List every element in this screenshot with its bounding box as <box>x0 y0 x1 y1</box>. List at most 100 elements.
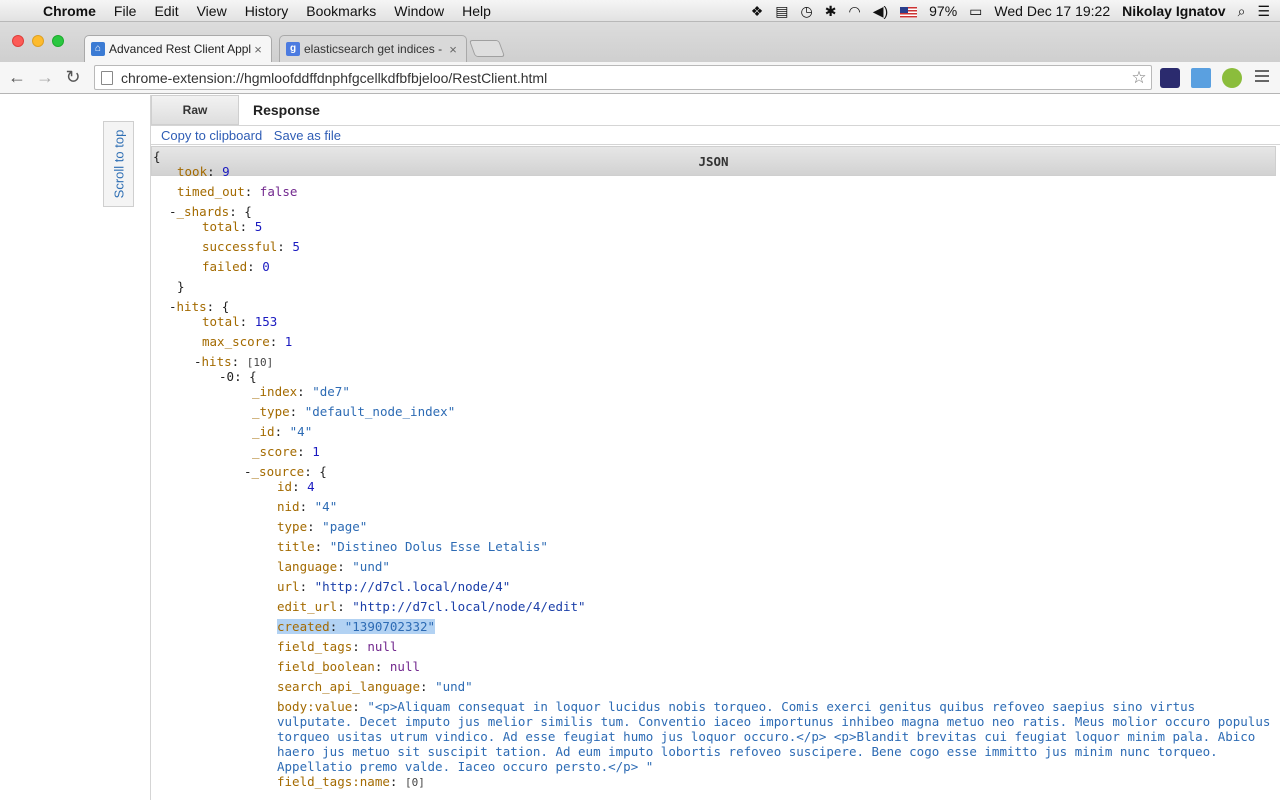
response-panel: Raw JSON Response Copy to clipboard Save… <box>150 95 1280 800</box>
json-key: id <box>277 479 293 494</box>
tab-json[interactable]: JSON <box>151 146 1276 176</box>
collapse-toggle-icon[interactable]: - <box>169 299 177 314</box>
notification-center-icon[interactable]: ☰ <box>1251 3 1280 20</box>
user-name[interactable]: Nikolay Ignatov <box>1116 3 1231 19</box>
bluetooth-icon[interactable]: ✱ <box>819 3 843 20</box>
json-row: failed: 0 <box>202 259 270 274</box>
save-as-file-link[interactable]: Save as file <box>274 128 341 143</box>
time-machine-icon[interactable]: ◷ <box>795 3 819 20</box>
json-key: total <box>202 219 240 234</box>
json-row: type: "page" <box>277 519 368 534</box>
json-key[interactable]: _shards <box>177 204 230 219</box>
json-key[interactable]: 0 <box>227 369 235 384</box>
url-text[interactable]: chrome-extension://hgmloofddffdnphfgcell… <box>121 70 1127 86</box>
menu-bookmarks[interactable]: Bookmarks <box>297 3 385 19</box>
json-key: field_boolean <box>277 659 375 674</box>
json-row: search_api_language: "und" <box>277 679 473 694</box>
clock[interactable]: Wed Dec 17 19:22 <box>988 3 1116 19</box>
menu-edit[interactable]: Edit <box>145 3 187 19</box>
json-value: 0 <box>262 259 270 274</box>
json-key[interactable]: _source <box>252 464 305 479</box>
battery-icon[interactable]: ▭ <box>963 3 988 20</box>
reload-icon[interactable]: ↻ <box>62 67 84 89</box>
json-value: 9 <box>222 164 230 179</box>
close-tab-icon[interactable]: × <box>446 42 460 57</box>
menu-window[interactable]: Window <box>385 3 453 19</box>
json-row: -_shards: { <box>169 204 252 219</box>
json-key: _id <box>252 424 275 439</box>
close-window-button[interactable] <box>12 35 24 47</box>
json-link-value[interactable]: "http://d7cl.local/node/4" <box>315 579 511 594</box>
json-row: title: "Distineo Dolus Esse Letalis" <box>277 539 548 554</box>
battery-percent[interactable]: 97% <box>923 3 963 19</box>
collapse-toggle-icon[interactable]: - <box>244 464 252 479</box>
json-value: 5 <box>292 239 300 254</box>
minimize-window-button[interactable] <box>32 35 44 47</box>
json-value: 1 <box>284 334 293 349</box>
json-value: "und" <box>352 559 390 574</box>
json-key[interactable]: hits <box>177 299 207 314</box>
json-value: 4 <box>307 479 315 494</box>
json-row: id: 4 <box>277 479 315 494</box>
close-tab-icon[interactable]: × <box>251 42 265 57</box>
json-row: max_score: 1 <box>202 334 293 349</box>
forward-arrow-icon[interactable]: → <box>34 67 56 89</box>
android-extension-icon[interactable] <box>1222 68 1242 88</box>
json-key: body:value <box>277 699 353 714</box>
json-row: took: 9 <box>177 164 230 179</box>
json-row: url: "http://d7cl.local/node/4" <box>277 579 511 594</box>
collapse-toggle-icon[interactable]: - <box>194 354 202 369</box>
spotlight-icon[interactable]: ⌕ <box>1232 3 1252 20</box>
extension-icon[interactable] <box>1160 68 1180 88</box>
collapse-toggle-icon[interactable]: - <box>169 204 177 219</box>
folder-extension-icon[interactable] <box>1191 68 1211 88</box>
json-key: _score <box>252 444 298 459</box>
json-key: failed <box>202 259 248 274</box>
copy-to-clipboard-link[interactable]: Copy to clipboard <box>161 128 262 143</box>
new-tab-button[interactable] <box>468 40 506 57</box>
tab-elasticsearch-search[interactable]: g elasticsearch get indices - × <box>279 35 467 62</box>
json-close-brace: } <box>177 279 185 294</box>
json-key: took <box>177 164 208 179</box>
json-key[interactable]: hits <box>202 354 232 369</box>
json-row: field_boolean: null <box>277 659 421 674</box>
json-row: -_source: { <box>244 464 327 479</box>
json-link-value[interactable]: "http://d7cl.local/node/4/edit" <box>352 599 585 614</box>
dropbox-icon[interactable]: ❖ <box>745 3 770 20</box>
menu-file[interactable]: File <box>105 3 146 19</box>
input-flag-icon[interactable] <box>894 3 923 19</box>
macos-menubar: Chrome File Edit View History Bookmarks … <box>0 0 1280 22</box>
json-row: field_tags: null <box>277 639 398 654</box>
battery-app-icon[interactable]: ▤ <box>769 3 794 20</box>
google-favicon-icon: g <box>286 42 300 56</box>
json-row: nid: "4" <box>277 499 338 514</box>
json-key: edit_url <box>277 599 338 614</box>
scroll-to-top-label: Scroll to top <box>111 129 126 199</box>
menu-help[interactable]: Help <box>453 3 500 19</box>
json-value: "page" <box>322 519 368 534</box>
tab-title: elasticsearch get indices - <box>304 42 443 56</box>
chrome-menu-icon[interactable] <box>1255 70 1269 84</box>
tab-raw[interactable]: Raw <box>151 95 239 125</box>
collapse-toggle-icon[interactable]: - <box>219 369 227 384</box>
json-row: total: 153 <box>202 314 278 329</box>
menu-view[interactable]: View <box>188 3 236 19</box>
json-key: total <box>202 314 240 329</box>
json-value: false <box>259 184 298 199</box>
bookmark-star-icon[interactable]: ☆ <box>1127 68 1151 88</box>
address-bar[interactable]: chrome-extension://hgmloofddffdnphfgcell… <box>94 65 1152 90</box>
menu-history[interactable]: History <box>236 3 298 19</box>
json-row: total: 5 <box>202 219 263 234</box>
json-value: 153 <box>254 314 278 329</box>
json-value: 1 <box>312 444 320 459</box>
back-arrow-icon[interactable]: ← <box>6 67 28 89</box>
menu-chrome[interactable]: Chrome <box>34 3 105 19</box>
json-row: _score: 1 <box>252 444 320 459</box>
wifi-icon[interactable]: ◠ <box>842 3 866 20</box>
scroll-to-top-button[interactable]: Scroll to top <box>103 121 134 207</box>
response-actions: Copy to clipboard Save as file <box>151 125 1280 145</box>
zoom-window-button[interactable] <box>52 35 64 47</box>
tab-advanced-rest-client[interactable]: ⌂ Advanced Rest Client Appl × <box>84 35 272 62</box>
tab-title: Advanced Rest Client Appl <box>109 42 251 56</box>
volume-icon[interactable]: ◀) <box>867 3 894 20</box>
